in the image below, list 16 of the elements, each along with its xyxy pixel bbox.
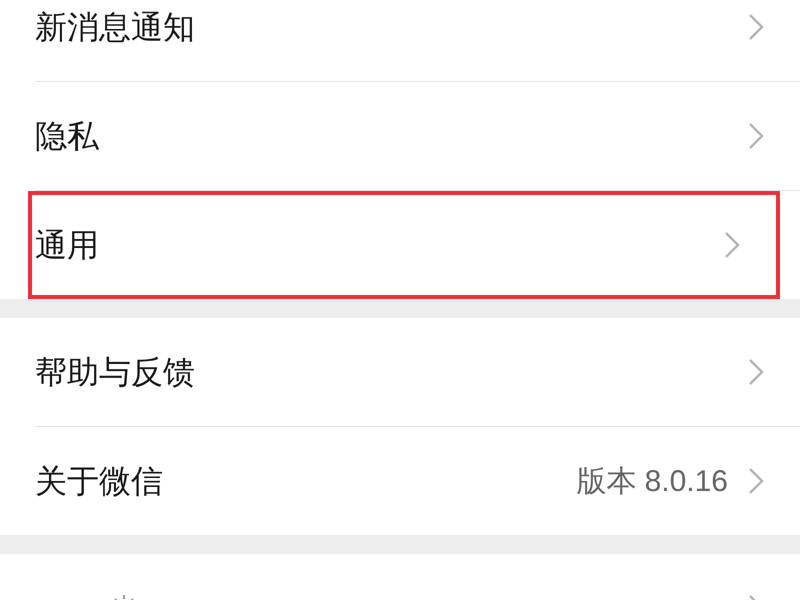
- settings-item[interactable]: 隐私: [35, 82, 800, 190]
- item-label: 帮助与反馈: [35, 353, 195, 392]
- chevron-icon: [748, 13, 764, 41]
- version-text: 版本 8.0.16: [576, 464, 728, 500]
- chevron-icon: [748, 122, 764, 150]
- item-label: 通用: [35, 226, 99, 265]
- settings-item[interactable]: 帮助与反馈: [35, 318, 800, 426]
- settings-item[interactable]: 通用: [28, 191, 780, 299]
- chevron-icon: [724, 231, 740, 259]
- item-label: 新消息通知: [35, 8, 195, 47]
- settings-item[interactable]: 新消息通知: [35, 0, 800, 81]
- settings-item[interactable]: 关于微信 版本 8.0.16: [35, 427, 800, 535]
- chevron-icon: [748, 358, 764, 386]
- chevron-icon: [748, 467, 764, 495]
- item-label: 隐私: [35, 117, 99, 156]
- item-label: 关于微信: [35, 462, 163, 501]
